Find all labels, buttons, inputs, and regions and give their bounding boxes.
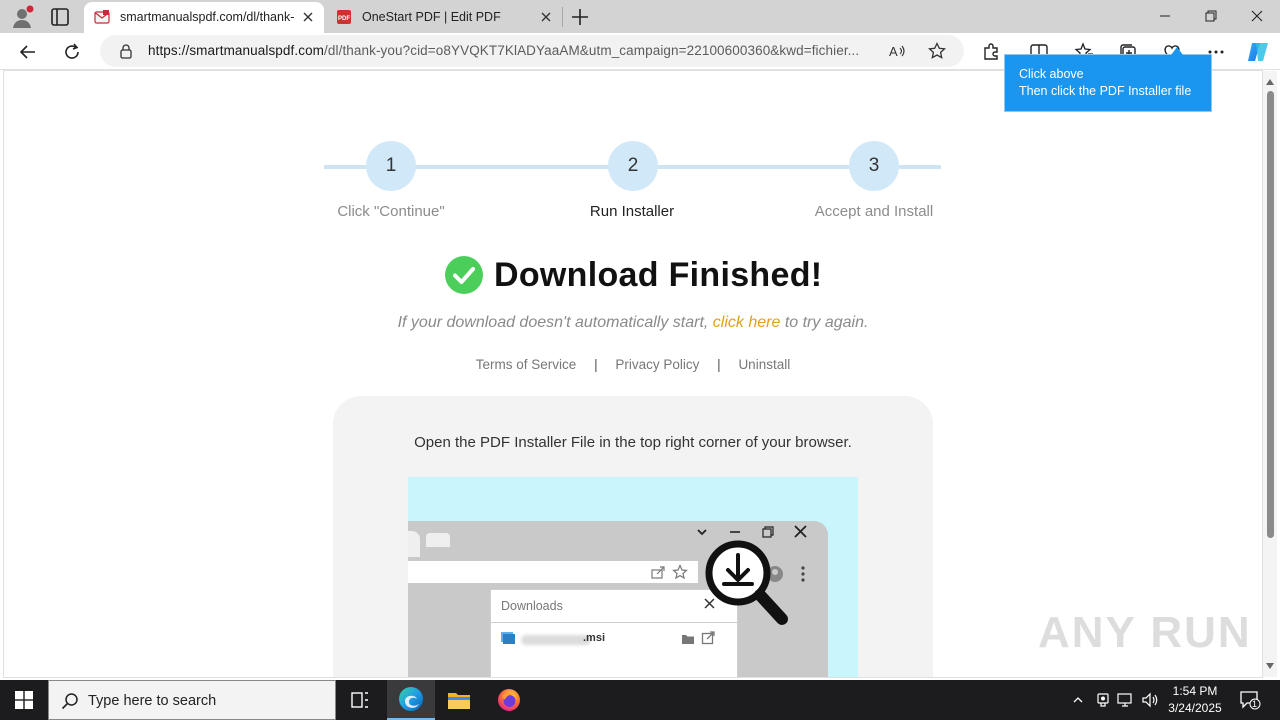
illustration-address-bar: [408, 561, 698, 583]
back-icon[interactable]: [15, 39, 41, 65]
chevron-up-icon[interactable]: [1069, 691, 1087, 709]
scroll-up-icon[interactable]: [1266, 79, 1274, 85]
instruction-illustration: Downloads .msi: [408, 477, 858, 677]
tooltip-line-2: Then click the PDF Installer file: [1019, 84, 1192, 98]
clock-date: 3/24/2025: [1168, 701, 1222, 715]
tooltip-line-1: Click above: [1019, 67, 1084, 81]
tooltip-arrow: [1171, 47, 1183, 55]
svg-text:PDF: PDF: [338, 16, 350, 22]
close-window-icon[interactable]: [1234, 0, 1280, 32]
link-separator: |: [594, 357, 598, 372]
blurred-file-name: [521, 635, 591, 645]
instruction-tooltip: Click above Then click the PDF Installer…: [1004, 47, 1212, 112]
instruction-card: Open the PDF Installer File in the top r…: [333, 396, 933, 677]
step-1-circle: 1: [366, 141, 416, 191]
edge-taskbar-icon[interactable]: [387, 680, 435, 720]
notifications-icon[interactable]: 1: [1239, 691, 1261, 710]
step-3-circle: 3: [849, 141, 899, 191]
scrollbar-thumb[interactable]: [1267, 91, 1274, 538]
minimize-icon[interactable]: [1142, 0, 1188, 32]
close-tab-icon[interactable]: [538, 9, 554, 25]
page-scrollbar[interactable]: [1263, 71, 1277, 677]
mail-favicon-icon: [94, 9, 110, 25]
close-tab-icon[interactable]: [300, 9, 316, 25]
retry-message: If your download doesn't automatically s…: [397, 314, 869, 331]
privacy-policy-link[interactable]: Privacy Policy: [615, 357, 699, 372]
uninstall-link[interactable]: Uninstall: [738, 357, 790, 372]
scroll-down-icon[interactable]: [1266, 663, 1274, 669]
illustration-tab: [426, 533, 450, 547]
headline-text: Download Finished!: [494, 255, 823, 294]
more-options-icon: [798, 565, 808, 588]
footer-links: Terms of Service | Privacy Policy | Unin…: [4, 357, 1262, 372]
search-placeholder: Type here to search: [88, 693, 217, 709]
task-view-icon[interactable]: [336, 680, 384, 720]
tab-strip: smartmanualspdf.com/dl/thank- PDF OneSta…: [0, 0, 1280, 33]
tab-actions-icon[interactable]: [48, 6, 72, 28]
svg-text:A: A: [889, 44, 898, 59]
taskbar-search-box[interactable]: Type here to search: [48, 680, 336, 720]
installer-file-icon: [500, 631, 516, 650]
notification-count: 1: [1252, 699, 1258, 709]
click-here-link[interactable]: click here: [713, 314, 781, 331]
step-2-label: Run Installer: [589, 203, 675, 220]
read-aloud-icon[interactable]: A: [888, 42, 906, 60]
profile-avatar-icon[interactable]: [10, 5, 34, 29]
downloads-title: Downloads: [501, 599, 563, 613]
star-icon: [672, 564, 688, 585]
restore-icon[interactable]: [1188, 0, 1234, 32]
firefox-icon[interactable]: [485, 680, 533, 720]
magnified-download-icon: [702, 537, 794, 634]
instruction-text: Open the PDF Installer File in the top r…: [414, 434, 852, 451]
lock-icon[interactable]: [118, 43, 134, 59]
pdf-favicon-icon: PDF: [336, 9, 352, 25]
tab-title: OneStart PDF | Edit PDF: [362, 10, 501, 24]
windows-start-icon[interactable]: [0, 680, 48, 720]
clock-time: 1:54 PM: [1172, 684, 1218, 698]
check-circle-icon: [444, 255, 484, 295]
refresh-icon[interactable]: [59, 39, 85, 65]
tab-onestart[interactable]: PDF OneStart PDF | Edit PDF: [326, 2, 562, 33]
url-text[interactable]: https://smartmanualspdf.com/dl/thank-you…: [148, 43, 884, 58]
tab-smartmanuals[interactable]: smartmanualspdf.com/dl/thank-: [84, 2, 324, 33]
taskbar: Type here to search 1:54 PM 3/24/2025 1: [0, 680, 1280, 720]
close-icon: [794, 525, 807, 542]
tab-separator: [562, 7, 563, 27]
copilot-icon[interactable]: [1245, 39, 1271, 65]
search-icon: [61, 692, 79, 710]
folder-icon: [681, 632, 695, 650]
file-explorer-icon[interactable]: [435, 680, 483, 720]
address-bar[interactable]: https://smartmanualspdf.com/dl/thank-you…: [100, 35, 964, 67]
network-icon[interactable]: [1117, 691, 1135, 709]
illustration-tab: [408, 531, 420, 557]
web-page: 1 2 3 Click "Continue" Run Installer Acc…: [4, 71, 1262, 677]
link-separator: |: [717, 357, 721, 372]
step-3-label: Accept and Install: [814, 203, 934, 220]
usb-device-icon[interactable]: [1094, 691, 1112, 709]
terms-of-service-link[interactable]: Terms of Service: [476, 357, 577, 372]
illustration-downloads-panel: Downloads .msi: [490, 589, 739, 677]
file-extension: .msi: [583, 632, 606, 644]
step-2-circle: 2: [608, 141, 658, 191]
tab-title: smartmanualspdf.com/dl/thank-: [120, 10, 295, 24]
volume-icon[interactable]: [1141, 691, 1159, 709]
favorite-star-icon[interactable]: [927, 41, 947, 60]
share-icon: [650, 564, 666, 585]
page-title: Download Finished!: [444, 253, 822, 297]
step-1-label: Click "Continue": [337, 203, 445, 220]
anyrun-watermark: ANY RUN: [1038, 608, 1252, 657]
extensions-icon[interactable]: [978, 39, 1004, 65]
new-tab-icon[interactable]: [568, 5, 592, 29]
taskbar-clock[interactable]: 1:54 PM 3/24/2025: [1162, 683, 1228, 717]
